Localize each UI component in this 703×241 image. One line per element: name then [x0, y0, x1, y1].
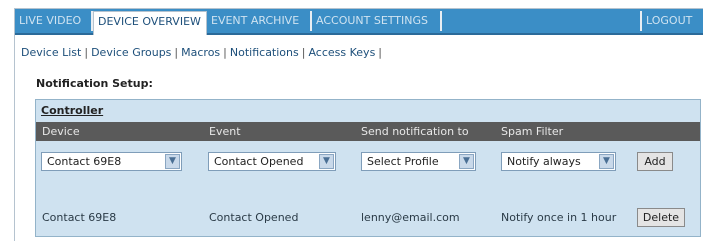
device-select[interactable]: Contact 69E8 ▼ — [41, 152, 182, 171]
row-event: Contact Opened — [209, 211, 299, 224]
tab-event-archive[interactable]: EVENT ARCHIVE — [207, 11, 312, 31]
subnav-notifications[interactable]: Notifications — [229, 46, 299, 59]
column-header-row: Device Event Send notification to Spam F… — [36, 122, 700, 141]
row-device: Contact 69E8 — [42, 211, 117, 224]
subnav-device-groups[interactable]: Device Groups — [91, 46, 171, 59]
logout-link[interactable]: LOGOUT — [640, 11, 696, 31]
subnav-access-keys[interactable]: Access Keys — [308, 46, 375, 59]
chevron-down-icon: ▼ — [599, 154, 614, 169]
spam-filter-select-value: Notify always — [507, 155, 581, 168]
page-title: Notification Setup: — [36, 77, 153, 90]
subnav-separator: | — [174, 46, 179, 59]
subnav-separator: | — [223, 46, 227, 59]
tab-live-video[interactable]: LIVE VIDEO — [15, 11, 93, 31]
sub-nav: Device List | Device Groups | Macros | Notific… — [21, 45, 385, 61]
column-header-spam-filter: Spam Filter — [501, 125, 564, 138]
chevron-down-icon: ▼ — [319, 154, 334, 169]
chevron-down-icon: ▼ — [165, 154, 180, 169]
panel-heading: Controller — [41, 104, 104, 117]
subnav-separator: | — [378, 46, 383, 59]
device-select-value: Contact 69E8 — [47, 155, 122, 168]
delete-button[interactable]: Delete — [637, 208, 685, 227]
profile-select[interactable]: Select Profile ▼ — [361, 152, 476, 171]
subnav-separator: | — [84, 46, 89, 59]
column-header-send-to: Send notification to — [361, 125, 469, 138]
subnav-device-list[interactable]: Device List — [21, 46, 81, 59]
subnav-separator: | — [301, 46, 306, 59]
event-select-value: Contact Opened — [214, 155, 304, 168]
row-spam-filter: Notify once in 1 hour — [501, 211, 617, 224]
event-select[interactable]: Contact Opened ▼ — [208, 152, 336, 171]
column-header-device: Device — [42, 125, 80, 138]
top-nav-bar: LIVE VIDEO DEVICE OVERVIEW EVENT ARCHIVE… — [15, 9, 703, 35]
chevron-down-icon: ▼ — [459, 154, 474, 169]
column-header-event: Event — [209, 125, 241, 138]
subnav-macros[interactable]: Macros — [181, 46, 220, 59]
profile-select-value: Select Profile — [367, 155, 439, 168]
notification-panel: Controller Device Event Send notificatio… — [35, 99, 701, 237]
add-button[interactable]: Add — [637, 152, 673, 171]
app-frame: LIVE VIDEO DEVICE OVERVIEW EVENT ARCHIVE… — [14, 8, 703, 241]
spam-filter-select[interactable]: Notify always ▼ — [501, 152, 616, 171]
tab-account-settings[interactable]: ACCOUNT SETTINGS — [312, 11, 442, 31]
tab-device-overview[interactable]: DEVICE OVERVIEW — [93, 11, 207, 35]
row-recipient: lenny@email.com — [361, 211, 460, 224]
